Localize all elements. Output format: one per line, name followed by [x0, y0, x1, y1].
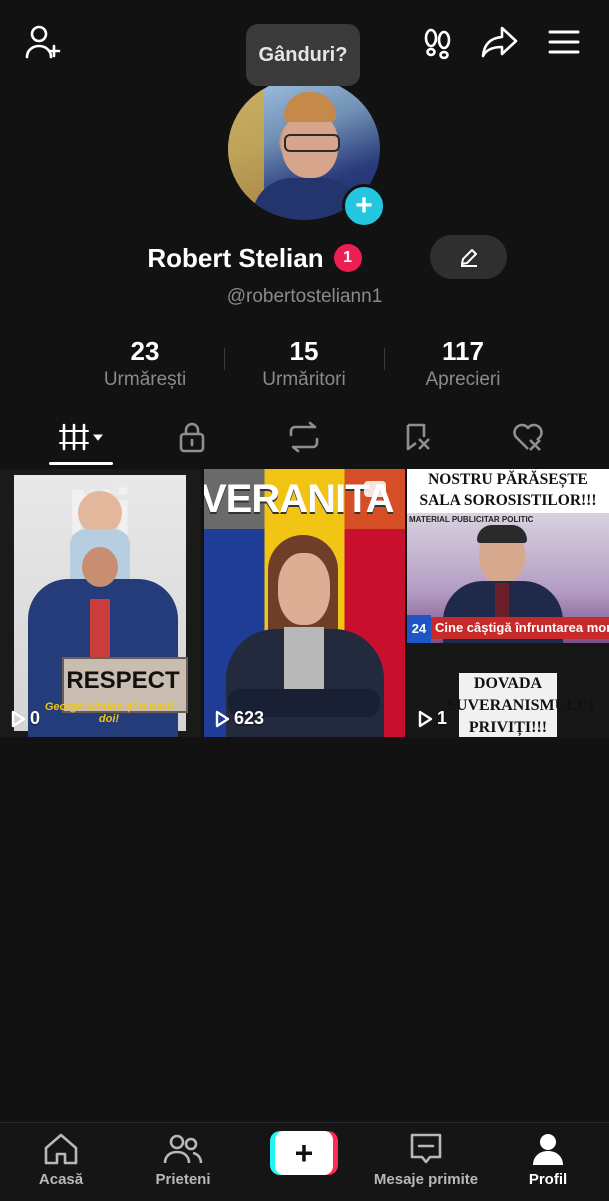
- nav-profile-label: Profil: [528, 1171, 568, 1188]
- create-plus-icon: +: [275, 1131, 333, 1175]
- nav-inbox-label: Mesaje primite: [373, 1171, 479, 1188]
- tab-videos[interactable]: [49, 412, 113, 462]
- pinned-icon: [364, 481, 386, 497]
- menu-icon[interactable]: [544, 24, 584, 60]
- videos-grid-icon: [59, 423, 104, 451]
- followers-label: Urmăritori: [262, 369, 346, 390]
- following-count: 23: [130, 336, 160, 366]
- view-count-value: 623: [234, 708, 265, 728]
- video-caption: DOVADA SUVERANISMULUI PRIVIȚI!!!: [447, 675, 595, 736]
- following-label: Urmărești: [103, 369, 187, 390]
- ticker-bottom: Cine câștigă înfruntarea momentului: [431, 617, 609, 639]
- video-title: NOSTRU PĂRĂSEȘTE SALA SOROSISTILOR!!!: [419, 471, 597, 509]
- profile-name-row: Robert Stelian 1: [0, 240, 609, 276]
- play-icon: [11, 710, 26, 727]
- display-name: Robert Stelian: [147, 242, 324, 273]
- nav-friends[interactable]: Prieteni: [148, 1131, 218, 1188]
- lock-icon: [179, 422, 205, 453]
- ticker-top: MATERIAL PUBLICITAR POLITIC: [409, 515, 534, 524]
- followers-count: 15: [289, 336, 319, 366]
- share-icon[interactable]: [478, 22, 522, 62]
- thoughts-bubble[interactable]: Gânduri?: [246, 24, 360, 86]
- home-icon: [44, 1133, 78, 1165]
- play-icon: [215, 710, 230, 727]
- add-friend-icon[interactable]: [22, 22, 66, 62]
- repost-icon: [289, 421, 319, 453]
- view-count: 623: [214, 708, 264, 729]
- nav-friends-label: Prieteni: [155, 1171, 211, 1188]
- edit-profile-button[interactable]: [430, 235, 507, 279]
- create-button[interactable]: +: [270, 1131, 338, 1175]
- video-thumbnail[interactable]: NOSTRU PĂRĂSEȘTE SALA SOROSISTILOR!!! MA…: [407, 469, 609, 737]
- username: @robertosteliann1: [226, 286, 383, 307]
- likes-label: Aprecieri: [425, 369, 501, 390]
- video-caption: George Simion și-n turul doi!: [44, 701, 174, 725]
- view-count-value: 0: [30, 708, 41, 728]
- nav-inbox[interactable]: Mesaje primite: [366, 1131, 486, 1188]
- bottom-navigation: Acasă Prieteni + Mesaje primite Profil: [0, 1122, 609, 1201]
- footprints-icon[interactable]: [418, 24, 458, 64]
- inbox-icon: [410, 1133, 442, 1164]
- nav-home[interactable]: Acasă: [30, 1131, 92, 1188]
- nav-home-label: Acasă: [38, 1171, 84, 1188]
- following-stat[interactable]: 23 Urmărești: [65, 336, 225, 391]
- add-story-button[interactable]: +: [342, 184, 386, 228]
- likes-count: 117: [442, 336, 484, 366]
- tab-reposts[interactable]: [274, 412, 334, 462]
- liked-icon: [513, 423, 543, 451]
- profile-icon: [533, 1134, 563, 1165]
- tab-liked[interactable]: [498, 412, 558, 462]
- followers-stat[interactable]: 15 Urmăritori: [224, 336, 384, 391]
- video-title: RESPECT: [66, 667, 180, 694]
- view-count: 1: [417, 708, 447, 729]
- notification-badge: 1: [333, 244, 362, 272]
- tab-favorites[interactable]: [388, 412, 448, 462]
- friends-icon: [163, 1134, 203, 1164]
- play-icon: [418, 710, 433, 727]
- active-tab-indicator: [49, 462, 113, 465]
- favorites-icon: [406, 423, 430, 451]
- nav-profile[interactable]: Profil: [518, 1131, 578, 1188]
- channel-logo: 24: [407, 615, 431, 643]
- video-thumbnail[interactable]: Ni RESPECT George Simion și-n turul doi!…: [0, 469, 201, 737]
- tab-private[interactable]: [162, 412, 222, 462]
- likes-stat[interactable]: 117 Aprecieri: [383, 336, 543, 391]
- video-thumbnail[interactable]: VERANITA 623: [204, 469, 405, 737]
- view-count-value: 1: [437, 708, 448, 728]
- view-count: 0: [10, 708, 40, 729]
